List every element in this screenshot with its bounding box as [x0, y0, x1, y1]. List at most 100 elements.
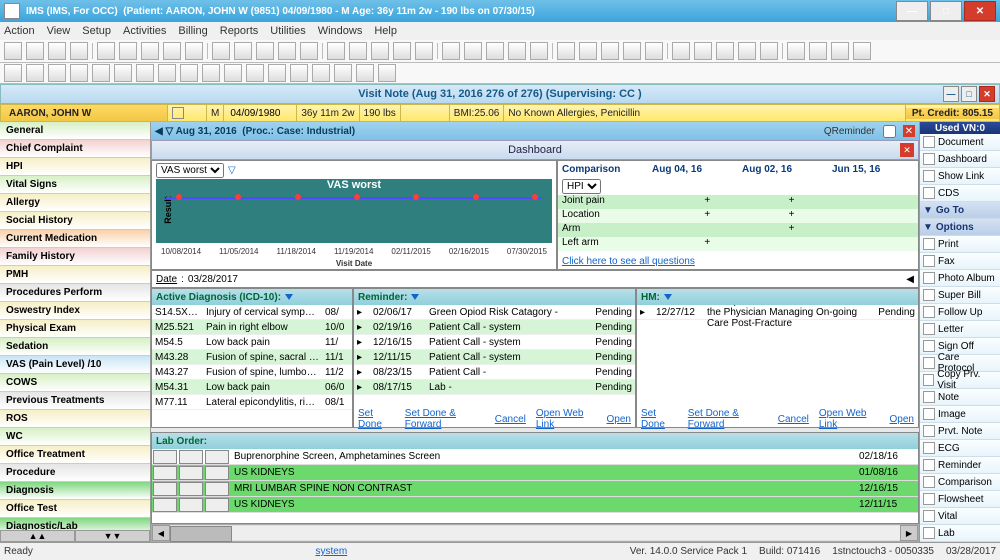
toolbar-button-7[interactable] — [163, 42, 181, 60]
section-restore-button[interactable]: □ — [961, 86, 977, 102]
toolbar-button-11[interactable] — [256, 42, 274, 60]
leftnav-chief-complaint[interactable]: Chief Complaint — [0, 140, 150, 158]
date-collapse-icon[interactable]: ◀ — [906, 274, 914, 285]
leftnav-procedure[interactable]: Procedure — [0, 464, 150, 482]
qreminder-checkbox[interactable] — [883, 125, 896, 138]
toolbar-button-20[interactable] — [464, 42, 482, 60]
comparison-category-select[interactable]: HPI — [562, 179, 601, 194]
diagnosis-row[interactable]: S14.5XXAInjury of cervical sympathetic n… — [152, 305, 352, 320]
patient-dob-input[interactable] — [228, 107, 292, 120]
toolbar-button-4[interactable] — [97, 42, 115, 60]
minimize-button[interactable]: — — [896, 1, 928, 21]
reminder-row[interactable]: ▸02/19/16Patient Call - systemPending — [354, 320, 635, 335]
toolbar2-button-14[interactable] — [312, 64, 330, 82]
lab-row[interactable]: US KIDNEYS12/11/15 — [152, 497, 918, 513]
menu-view[interactable]: View — [47, 25, 71, 37]
chart-series-select[interactable]: VAS worst — [156, 163, 224, 178]
status-system-link[interactable]: system — [315, 546, 347, 557]
toolbar-button-8[interactable] — [185, 42, 203, 60]
rightnav-go-to[interactable]: ▼Go To — [920, 202, 1000, 219]
toolbar-button-0[interactable] — [4, 42, 22, 60]
toolbar-button-32[interactable] — [738, 42, 756, 60]
hm-action-set-done-forward[interactable]: Set Done & Forward — [688, 408, 768, 430]
toolbar-button-12[interactable] — [278, 42, 296, 60]
comparison-col-0[interactable]: Aug 04, 16 — [648, 161, 738, 177]
rightnav-flowsheet[interactable]: Flowsheet — [920, 491, 1000, 508]
reminder-action-open[interactable]: Open — [607, 414, 631, 425]
leftnav-diagnosis[interactable]: Diagnosis — [0, 482, 150, 500]
leftnav-cows[interactable]: COWS — [0, 374, 150, 392]
reminder-row[interactable]: ▸08/23/15Patient Call -Pending — [354, 365, 635, 380]
hm-action-cancel[interactable]: Cancel — [778, 414, 809, 425]
hm-action-open[interactable]: Open — [890, 414, 914, 425]
toolbar2-button-17[interactable] — [378, 64, 396, 82]
toolbar2-button-3[interactable] — [70, 64, 88, 82]
rightnav-ecg[interactable]: ECG — [920, 440, 1000, 457]
toolbar-button-35[interactable] — [809, 42, 827, 60]
toolbar2-button-7[interactable] — [158, 64, 176, 82]
menu-activities[interactable]: Activities — [123, 25, 166, 37]
toolbar2-button-4[interactable] — [92, 64, 110, 82]
scroll-thumb[interactable] — [170, 526, 232, 542]
leftnav-oswestry-index[interactable]: Oswestry Index — [0, 302, 150, 320]
rightnav-fax[interactable]: Fax — [920, 253, 1000, 270]
leftnav-social-history[interactable]: Social History — [0, 212, 150, 230]
rightnav-letter[interactable]: Letter — [920, 321, 1000, 338]
rightnav-comparison[interactable]: Comparison — [920, 474, 1000, 491]
rightnav-print[interactable]: Print — [920, 236, 1000, 253]
leftnav-hpi[interactable]: HPI — [0, 158, 150, 176]
menu-setup[interactable]: Setup — [82, 25, 111, 37]
leftnav-office-treatment[interactable]: Office Treatment — [0, 446, 150, 464]
lab-row[interactable]: MRI LUMBAR SPINE NON CONTRAST12/16/15 — [152, 481, 918, 497]
toolbar-button-33[interactable] — [760, 42, 778, 60]
leftnav-current-medication[interactable]: Current Medication — [0, 230, 150, 248]
section-close-button[interactable]: ✕ — [979, 86, 995, 102]
toolbar2-button-11[interactable] — [246, 64, 264, 82]
toolbar2-button-0[interactable] — [4, 64, 22, 82]
diagnosis-row[interactable]: M43.27Fusion of spine, lumbosacral regio… — [152, 365, 352, 380]
diagnosis-row[interactable]: M77.11Lateral epicondylitis, right elbow… — [152, 395, 352, 410]
leftnav-scroll-down[interactable]: ▼▼ — [75, 530, 150, 542]
rightnav-dashboard[interactable]: Dashboard — [920, 151, 1000, 168]
close-button[interactable]: ✕ — [964, 1, 996, 21]
leftnav-family-history[interactable]: Family History — [0, 248, 150, 266]
menu-help[interactable]: Help — [374, 25, 397, 37]
toolbar-button-36[interactable] — [831, 42, 849, 60]
reminder-row[interactable]: ▸08/17/15Lab -Pending — [354, 380, 635, 395]
toolbar-button-15[interactable] — [349, 42, 367, 60]
leftnav-pmh[interactable]: PMH — [0, 266, 150, 284]
leftnav-wc[interactable]: WC — [0, 428, 150, 446]
toolbar-button-1[interactable] — [26, 42, 44, 60]
horizontal-scrollbar[interactable]: ◀ ▶ — [151, 524, 919, 542]
dashboard-close-button[interactable]: ✕ — [900, 143, 914, 157]
menu-action[interactable]: Action — [4, 25, 35, 37]
scroll-left-button[interactable]: ◀ — [152, 525, 170, 541]
toolbar-button-25[interactable] — [579, 42, 597, 60]
diagnosis-row[interactable]: M54.5Low back pain11/ — [152, 335, 352, 350]
rightnav-reminder[interactable]: Reminder — [920, 457, 1000, 474]
toolbar-button-14[interactable] — [327, 42, 345, 60]
leftnav-allergy[interactable]: Allergy — [0, 194, 150, 212]
rightnav-photo-album[interactable]: Photo Album — [920, 270, 1000, 287]
dropdown-icon[interactable] — [285, 294, 293, 300]
leftnav-previous-treatments[interactable]: Previous Treatments — [0, 392, 150, 410]
comparison-col-1[interactable]: Aug 02, 16 — [738, 161, 828, 177]
rightnav-document[interactable]: Document — [920, 134, 1000, 151]
reminder-action-cancel[interactable]: Cancel — [495, 414, 526, 425]
diagnosis-row[interactable]: M54.31Low back pain06/0 — [152, 380, 352, 395]
scroll-right-button[interactable]: ▶ — [900, 525, 918, 541]
leftnav-procedures-perform[interactable]: Procedures Perform — [0, 284, 150, 302]
toolbar2-button-9[interactable] — [202, 64, 220, 82]
reminder-action-set-done-forward[interactable]: Set Done & Forward — [405, 408, 485, 430]
toolbar2-button-16[interactable] — [356, 64, 374, 82]
toolbar-button-28[interactable] — [645, 42, 663, 60]
rightnav-note[interactable]: Note — [920, 389, 1000, 406]
dropdown-icon[interactable] — [664, 294, 672, 300]
toolbar2-button-13[interactable] — [290, 64, 308, 82]
toolbar2-button-1[interactable] — [26, 64, 44, 82]
toolbar-button-24[interactable] — [557, 42, 575, 60]
reminder-row[interactable]: ▸12/11/15Patient Call - systemPending — [354, 350, 635, 365]
leftnav-scroll-up[interactable]: ▲▲ — [0, 530, 75, 542]
toolbar-button-3[interactable] — [70, 42, 88, 60]
toolbar2-button-10[interactable] — [224, 64, 242, 82]
